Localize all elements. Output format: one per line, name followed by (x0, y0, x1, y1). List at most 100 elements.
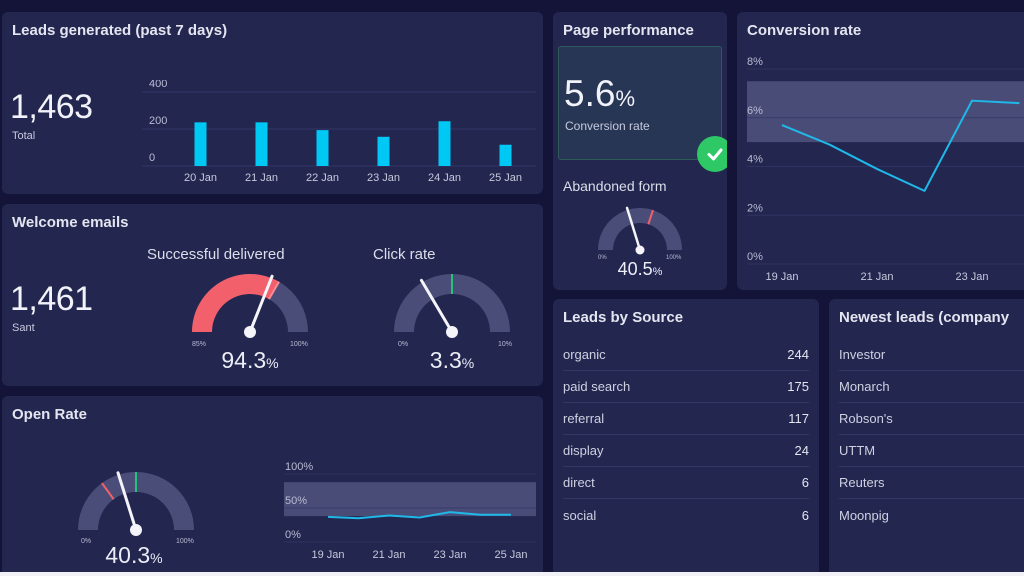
bar (499, 144, 512, 166)
click-rate-value-number: 3.3 (429, 347, 462, 373)
x-tick-label: 21 Jan (860, 271, 893, 283)
source-count: 117 (788, 411, 809, 426)
newest-lead-row[interactable]: UTTM (839, 435, 1024, 467)
open-rate-gauge-value: 40.3% (84, 542, 184, 569)
gauge-hub (446, 326, 458, 338)
newest-lead-row[interactable]: Moonpig (839, 499, 1024, 531)
newest-lead-company: Reuters (839, 475, 885, 490)
open-rate-line-chart: 0% 50% 100% 19 Jan 21 Jan 23 Jan 25 Jan (284, 462, 536, 561)
leads-bar-chart: 0 200 400 20 Jan 21 Jan 22 Jan 23 Jan 24 Jan 25 … (142, 80, 536, 184)
leads-generated-panel: Leads generated (past 7 days) 1,463 Tota… (2, 12, 543, 194)
newest-lead-company: Moonpig (839, 507, 889, 523)
newest-lead-row[interactable]: Reuters (839, 467, 1024, 499)
y-tick-label: 100% (285, 462, 313, 473)
delivered-value-unit: % (266, 355, 279, 371)
conversion-rate-card: 5.6% Conversion rate (558, 46, 722, 160)
conversion-rate-label: Conversion rate (565, 119, 650, 133)
x-tick-label: 21 Jan (372, 549, 405, 561)
page-performance-panel: Page performance 5.6% Conversion rate Ab… (553, 12, 727, 290)
source-row[interactable]: social 6 (563, 499, 809, 531)
emails-sent-value: 1,461 (10, 280, 93, 318)
newest-lead-company: Monarch (839, 379, 890, 394)
gauge-hub (635, 245, 645, 255)
target-band (284, 482, 536, 517)
leads-total-value: 1,463 (10, 88, 93, 126)
newest-leads-panel: Newest leads (company Investor Monarch Rob… (829, 299, 1024, 576)
y-tick-label: 0% (747, 251, 763, 263)
newest-lead-row[interactable]: Robson's (839, 403, 1024, 435)
source-name: social (563, 507, 597, 523)
source-count: 175 (787, 379, 809, 394)
target-band (747, 81, 1024, 143)
source-count: 6 (801, 507, 809, 523)
bar (316, 130, 329, 166)
source-name: referral (563, 411, 605, 426)
newest-lead-row[interactable]: Investor (839, 339, 1024, 371)
x-tick-label: 23 Jan (433, 549, 466, 561)
abandoned-value-number: 40.5 (617, 259, 653, 279)
source-count: 24 (794, 443, 809, 458)
y-tick-label: 0% (285, 529, 301, 541)
open-rate-value-number: 40.3 (105, 542, 151, 568)
newest-lead-company: Investor (839, 347, 886, 362)
open-rate-title: Open Rate (12, 406, 88, 423)
newest-lead-row[interactable]: Monarch (839, 371, 1024, 403)
source-count: 6 (801, 475, 809, 490)
y-tick-label: 0 (149, 152, 155, 164)
y-tick-label: 400 (149, 80, 167, 90)
x-tick-label: 19 Jan (765, 271, 798, 283)
newest-lead-company: Robson's (839, 411, 893, 426)
source-count: 244 (787, 347, 809, 362)
welcome-emails-panel: Welcome emails 1,461 Sant Successful del… (2, 204, 543, 386)
x-tick-label: 23 Jan (955, 271, 988, 283)
source-name: direct (563, 475, 595, 490)
conversion-value-number: 5.6 (564, 73, 616, 114)
source-row[interactable]: direct 6 (563, 467, 809, 499)
source-row[interactable]: paid search 175 (563, 371, 809, 403)
abandoned-form-title: Abandoned form (563, 178, 667, 194)
x-tick-label: 19 Jan (311, 549, 344, 561)
y-tick-label: 4% (747, 154, 763, 166)
y-tick-label: 6% (747, 105, 763, 117)
source-row[interactable]: referral 117 (563, 403, 809, 435)
open-rate-panel: Open Rate 0% 100% 40.3% 0% 50% 100% 19 Jan 2… (2, 396, 543, 576)
delivered-gauge-value: 94.3% (200, 347, 300, 374)
x-tick-label: 22 Jan (306, 172, 339, 184)
bottom-edge-strip (0, 572, 1024, 576)
bar (377, 136, 390, 166)
click-rate-title: Click rate (373, 246, 436, 263)
conversion-rate-title: Conversion rate (747, 22, 862, 39)
delivered-gauge-title: Successful delivered (147, 246, 285, 263)
gauge-fill (192, 274, 279, 332)
page-performance-title: Page performance (563, 22, 694, 39)
source-row[interactable]: organic 244 (563, 339, 809, 371)
conversion-rate-value: 5.6% (564, 73, 635, 115)
newest-lead-company: UTTM (839, 443, 876, 458)
x-tick-label: 20 Jan (184, 172, 217, 184)
gauge-hub (130, 524, 142, 536)
click-rate-value: 3.3% (402, 347, 502, 374)
gauge-hub (244, 326, 256, 338)
click-rate-value-unit: % (461, 355, 475, 371)
delivered-value-number: 94.3 (221, 347, 267, 373)
x-tick-label: 25 Jan (494, 549, 527, 561)
abandoned-gauge-value: 40.5% (590, 259, 690, 280)
bar (438, 121, 451, 166)
source-row[interactable]: display 24 (563, 435, 809, 467)
leads-by-source-panel: Leads by Source organic 244 paid search 175… (553, 299, 819, 576)
delivered-gauge (192, 274, 308, 338)
conversion-rate-line-chart: 0% 2% 4% 6% 8% 19 Jan 21 Jan 23 Jan (747, 56, 1024, 283)
open-rate-value-unit: % (150, 550, 163, 566)
source-name: organic (563, 347, 606, 362)
x-tick-label: 21 Jan (245, 172, 278, 184)
conversion-rate-panel: Conversion rate 0% 2% 4% 6% 8% 19 Jan 21 Jan 23… (737, 12, 1024, 290)
leads-total-label: Total (12, 130, 36, 142)
bar (194, 122, 207, 166)
x-tick-label: 24 Jan (428, 172, 461, 184)
abandoned-value-unit: % (652, 266, 663, 278)
leads-generated-title: Leads generated (past 7 days) (12, 22, 228, 39)
x-tick-label: 25 Jan (489, 172, 522, 184)
newest-leads-title: Newest leads (company (839, 309, 1010, 326)
gauge-track (598, 208, 682, 250)
x-tick-label: 23 Jan (367, 172, 400, 184)
